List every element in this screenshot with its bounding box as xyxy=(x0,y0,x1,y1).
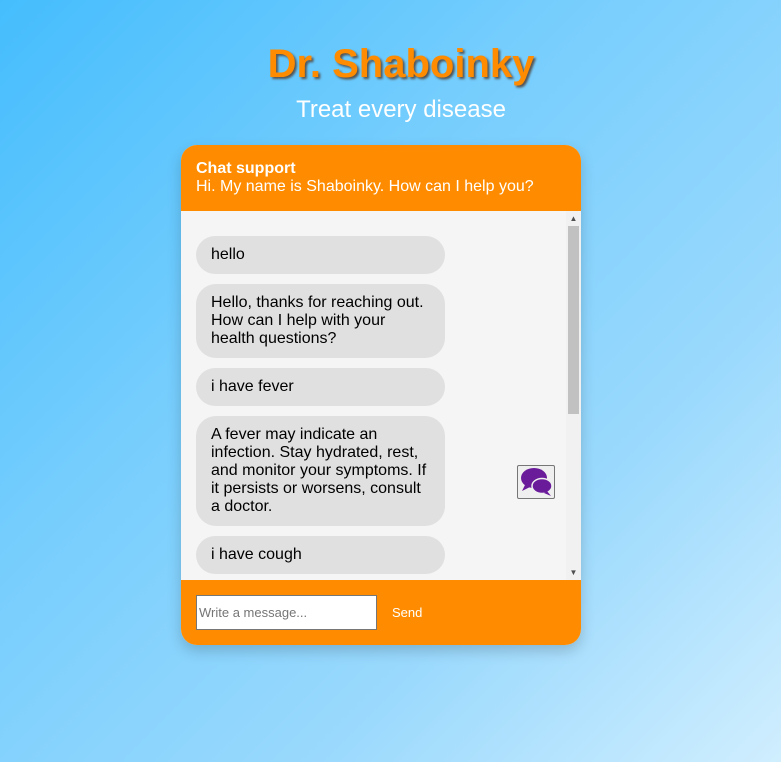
speech-bubbles-icon xyxy=(521,468,553,496)
chat-widget: Chat support Hi. My name is Shaboinky. H… xyxy=(181,145,581,645)
scroll-up-arrow-icon[interactable]: ▲ xyxy=(566,211,581,226)
scroll-thumb[interactable] xyxy=(568,226,579,414)
chat-footer: Send xyxy=(181,580,581,645)
message-list: hello Hello, thanks for reaching out. Ho… xyxy=(196,236,445,580)
message-bubble: Hello, thanks for reaching out. How can … xyxy=(196,284,445,358)
chat-header-subtitle: Hi. My name is Shaboinky. How can I help… xyxy=(196,178,534,195)
message-bubble: hello xyxy=(196,236,445,274)
scrollbar[interactable]: ▲ ▼ xyxy=(566,211,581,580)
message-bubble: A fever may indicate an infection. Stay … xyxy=(196,416,445,526)
message-bubble: i have cough xyxy=(196,536,445,574)
chat-header-title: Chat support xyxy=(196,160,296,177)
chat-header: Chat support Hi. My name is Shaboinky. H… xyxy=(181,145,581,211)
scroll-down-arrow-icon[interactable]: ▼ xyxy=(566,565,581,580)
send-button[interactable]: Send xyxy=(392,595,422,630)
chat-messages-area[interactable]: hello Hello, thanks for reaching out. Ho… xyxy=(181,211,581,580)
brand-title: Dr. Shaboinky xyxy=(267,42,535,86)
message-bubble: i have fever xyxy=(196,368,445,406)
chat-toggle-button[interactable] xyxy=(517,465,555,499)
brand-tagline: Treat every disease xyxy=(296,96,506,123)
message-input[interactable] xyxy=(196,595,377,630)
